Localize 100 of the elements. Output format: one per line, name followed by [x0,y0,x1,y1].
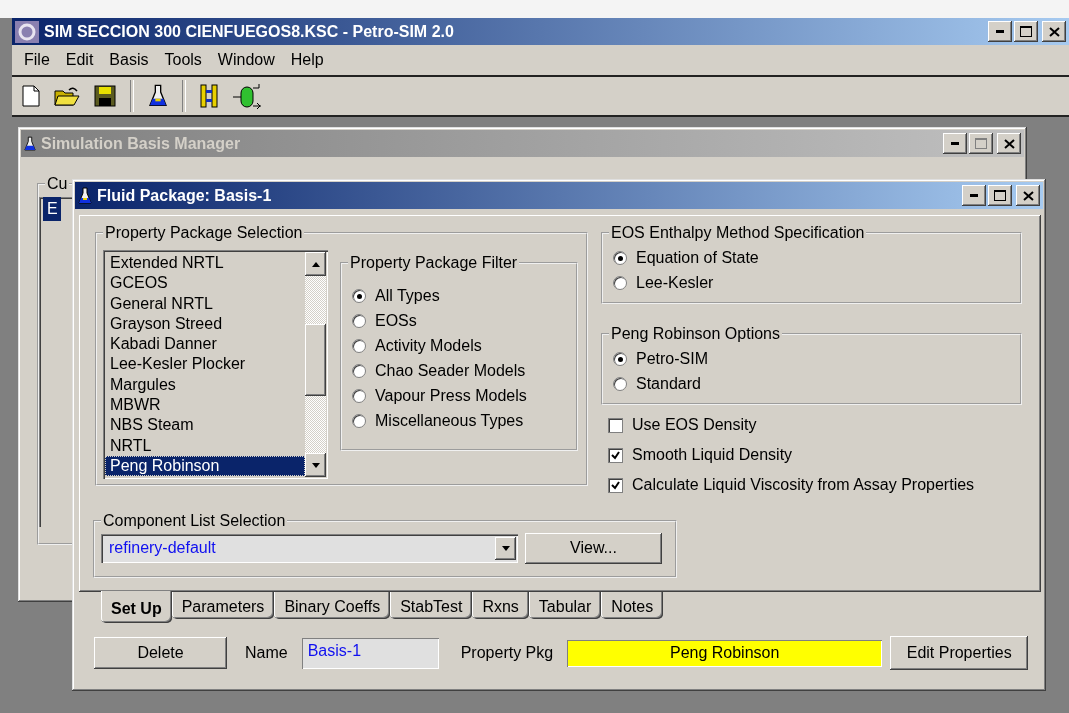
group-label: Property Package Selection [104,224,304,242]
radio-label: Petro-SIM [636,350,708,369]
list-item[interactable]: E [43,197,61,221]
close-button[interactable] [1042,21,1066,42]
radio-label: EOSs [375,312,417,331]
radio-button[interactable] [352,414,366,429]
save-icon[interactable] [94,85,116,107]
checkbox-label: Use EOS Density [632,416,757,435]
menu-item[interactable]: Basis [101,51,157,69]
radio-button[interactable] [613,352,627,367]
checkbox-label: Smooth Liquid Density [632,446,793,465]
open-folder-icon[interactable] [54,86,80,106]
maximize-icon [1020,26,1032,37]
radio-button[interactable] [352,289,366,304]
minimize-icon [951,142,959,145]
up-arrow-icon [310,260,321,268]
radio-label: Standard [636,374,701,393]
maximize-button[interactable] [988,185,1012,206]
group-label: Cu [46,175,69,193]
group-label: EOS Enthalpy Method Specification [610,224,866,242]
minimize-button[interactable] [962,185,986,206]
close-icon [1003,138,1015,149]
list-item[interactable]: Kabadi Danner [105,334,305,355]
minimize-icon [996,30,1004,33]
scroll-up-button[interactable] [305,252,326,276]
list-item[interactable]: Grayson Streed [105,313,305,335]
radio-label: Vapour Press Models [375,387,527,406]
radio-button[interactable] [613,251,627,266]
delete-button[interactable]: Delete [94,637,227,669]
flask-icon[interactable] [148,84,168,108]
menu-item[interactable]: Window [209,51,283,69]
radio-button[interactable] [352,314,366,329]
column-icon[interactable] [200,84,218,108]
maximize-icon [975,138,987,149]
radio-label: Chao Seader Models [375,362,526,381]
tab[interactable]: Notes [601,592,664,619]
app-icon [15,20,39,43]
radio-label: All Types [375,287,440,306]
view-button[interactable]: View... [525,532,662,564]
close-icon [1022,190,1034,201]
menu-item[interactable]: Tools [156,51,210,69]
tab[interactable]: Binary Coeffs [274,592,391,619]
window-title: Fluid Package: Basis-1 [97,186,273,205]
window-title: SIM SECCION 300 CIENFUEGOS8.KSC - Petro-SIM 2.0 [44,22,455,41]
radio-label: Miscellaneous Types [375,412,524,431]
scrollbar[interactable] [305,252,326,477]
menu-item[interactable]: Edit [57,51,102,69]
tab[interactable]: Set Up [101,591,172,623]
radio-button[interactable] [613,275,627,290]
edit-properties-button[interactable]: Edit Properties [890,636,1029,670]
name-field[interactable]: Basis-1 [301,637,439,669]
radio-button[interactable] [352,389,366,404]
tab[interactable]: StabTest [390,592,473,619]
checkbox[interactable] [608,447,623,463]
field-label: Property Pkg [460,644,554,662]
tab[interactable]: Parameters [171,592,275,619]
menu-item[interactable]: File [16,51,58,69]
checkbox[interactable] [608,417,623,433]
menu-item[interactable]: Help [282,51,332,69]
scroll-thumb[interactable] [305,324,326,396]
radio-label: Activity Models [375,337,482,356]
down-arrow-icon [310,461,321,469]
flask-icon [78,186,92,205]
list-item[interactable]: NBS Steam [105,415,305,436]
scroll-down-button[interactable] [305,453,326,477]
close-button[interactable] [1016,185,1040,206]
radio-button[interactable] [352,339,366,354]
minimize-button[interactable] [943,133,967,154]
group-label: Peng Robinson Options [610,325,781,343]
checkbox[interactable] [608,478,623,493]
list-item[interactable]: General NRTL [105,293,305,314]
down-arrow-icon [500,544,511,552]
minimize-icon [970,194,978,197]
flask-icon [24,135,36,152]
radio-button[interactable] [352,364,366,379]
window-title: Simulation Basis Manager [41,134,242,153]
list-item[interactable]: GCEOS [105,273,305,294]
list-item[interactable]: Lee-Kesler Plocker [105,354,305,375]
close-icon [1048,26,1060,37]
list-item[interactable]: MBWR [105,395,305,416]
maximize-button[interactable] [969,133,993,154]
tab[interactable]: Tabular [528,592,602,619]
radio-button[interactable] [613,376,627,391]
list-item[interactable]: Peng Robinson [105,455,305,477]
group-label: Component List Selection [102,511,287,530]
vessel-icon[interactable] [232,82,264,110]
maximize-button[interactable] [1014,21,1038,42]
radio-label: Equation of State [636,249,759,268]
field-label: Name [245,644,288,662]
list-item[interactable]: Margules [105,374,305,396]
close-button[interactable] [997,133,1021,154]
new-file-icon[interactable] [22,85,40,107]
radio-label: Lee-Kesler [636,273,714,292]
dropdown-field[interactable]: refinery-default [101,533,518,563]
dropdown-arrow-button[interactable] [495,536,516,560]
list-item[interactable]: Extended NRTL [105,253,305,274]
tab[interactable]: Rxns [472,592,529,619]
minimize-button[interactable] [988,21,1012,42]
list-item[interactable]: NRTL [105,435,305,456]
checkbox-label: Calculate Liquid Viscosity from Assay Properties [632,476,975,495]
